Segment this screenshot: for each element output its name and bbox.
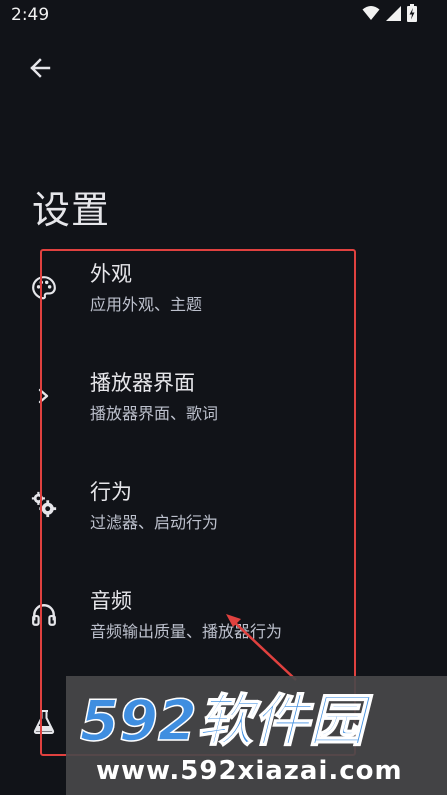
watermark-logo-text: 592软件园 bbox=[80, 690, 373, 752]
settings-item-subtitle: 播放器界面、歌词 bbox=[90, 404, 219, 423]
chevron-right-icon bbox=[30, 382, 58, 410]
settings-item-player-interface[interactable]: 播放器界面 播放器界面、歌词 bbox=[0, 361, 447, 461]
settings-item-subtitle: 过滤器、启动行为 bbox=[90, 513, 219, 532]
settings-item-title: 音频 bbox=[90, 589, 132, 613]
settings-screen: 2:49 设置 外观 应用外观、主题 播放器界面 播放器界面、歌词 行为 过滤器… bbox=[0, 0, 447, 795]
watermark-url: www.592xiazai.com bbox=[96, 756, 403, 786]
palette-icon bbox=[30, 274, 58, 302]
arrow-left-icon bbox=[29, 57, 51, 83]
settings-item-appearance[interactable]: 外观 应用外观、主题 bbox=[0, 252, 447, 352]
watermark-logo: 592软件园 bbox=[80, 690, 374, 752]
gears-icon bbox=[30, 490, 58, 518]
headphones-icon bbox=[30, 601, 58, 629]
flask-icon bbox=[30, 708, 58, 736]
watermark-banner: 592软件园 www.592xiazai.com bbox=[66, 676, 447, 795]
page-title: 设置 bbox=[32, 188, 111, 233]
cell-signal-icon bbox=[386, 5, 401, 25]
settings-item-subtitle: 音频输出质量、播放器行为 bbox=[90, 622, 283, 641]
status-bar: 2:49 bbox=[0, 0, 447, 32]
settings-item-title: 行为 bbox=[90, 480, 132, 504]
status-time: 2:49 bbox=[11, 5, 50, 25]
back-button[interactable] bbox=[22, 52, 58, 88]
settings-item-audio[interactable]: 音频 音频输出质量、播放器行为 bbox=[0, 579, 447, 679]
wifi-icon bbox=[362, 5, 380, 25]
status-icons bbox=[362, 4, 417, 26]
settings-item-behavior[interactable]: 行为 过滤器、启动行为 bbox=[0, 470, 447, 570]
settings-item-title: 播放器界面 bbox=[90, 371, 195, 395]
battery-charging-icon bbox=[407, 4, 417, 26]
settings-item-subtitle: 应用外观、主题 bbox=[90, 295, 203, 314]
settings-item-title: 外观 bbox=[90, 262, 132, 286]
